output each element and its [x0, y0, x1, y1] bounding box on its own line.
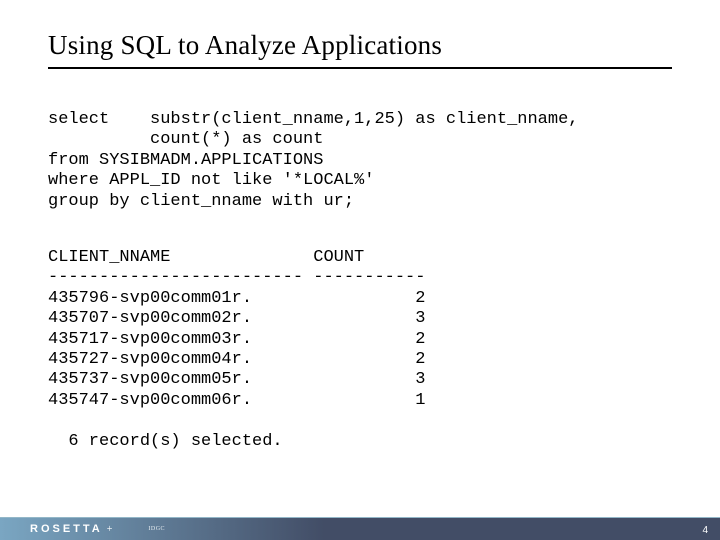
slide: Using SQL to Analyze Applications select… — [0, 0, 720, 540]
footer-small-text: IDGC — [148, 526, 165, 532]
footer-logo: ROSETTA — [30, 523, 103, 535]
footer-plus: + — [107, 524, 113, 535]
sql-code-block: select substr(client_nname,1,25) as clie… — [48, 110, 579, 212]
title-wrap: Using SQL to Analyze Applications — [48, 30, 672, 69]
footer-divider — [0, 517, 720, 518]
footer-bar: ROSETTA + IDGC 4 — [0, 518, 720, 540]
slide-number: 4 — [702, 525, 708, 536]
slide-title: Using SQL to Analyze Applications — [48, 30, 672, 61]
sql-result-block: CLIENT_NNAME COUNT ---------------------… — [48, 248, 425, 452]
